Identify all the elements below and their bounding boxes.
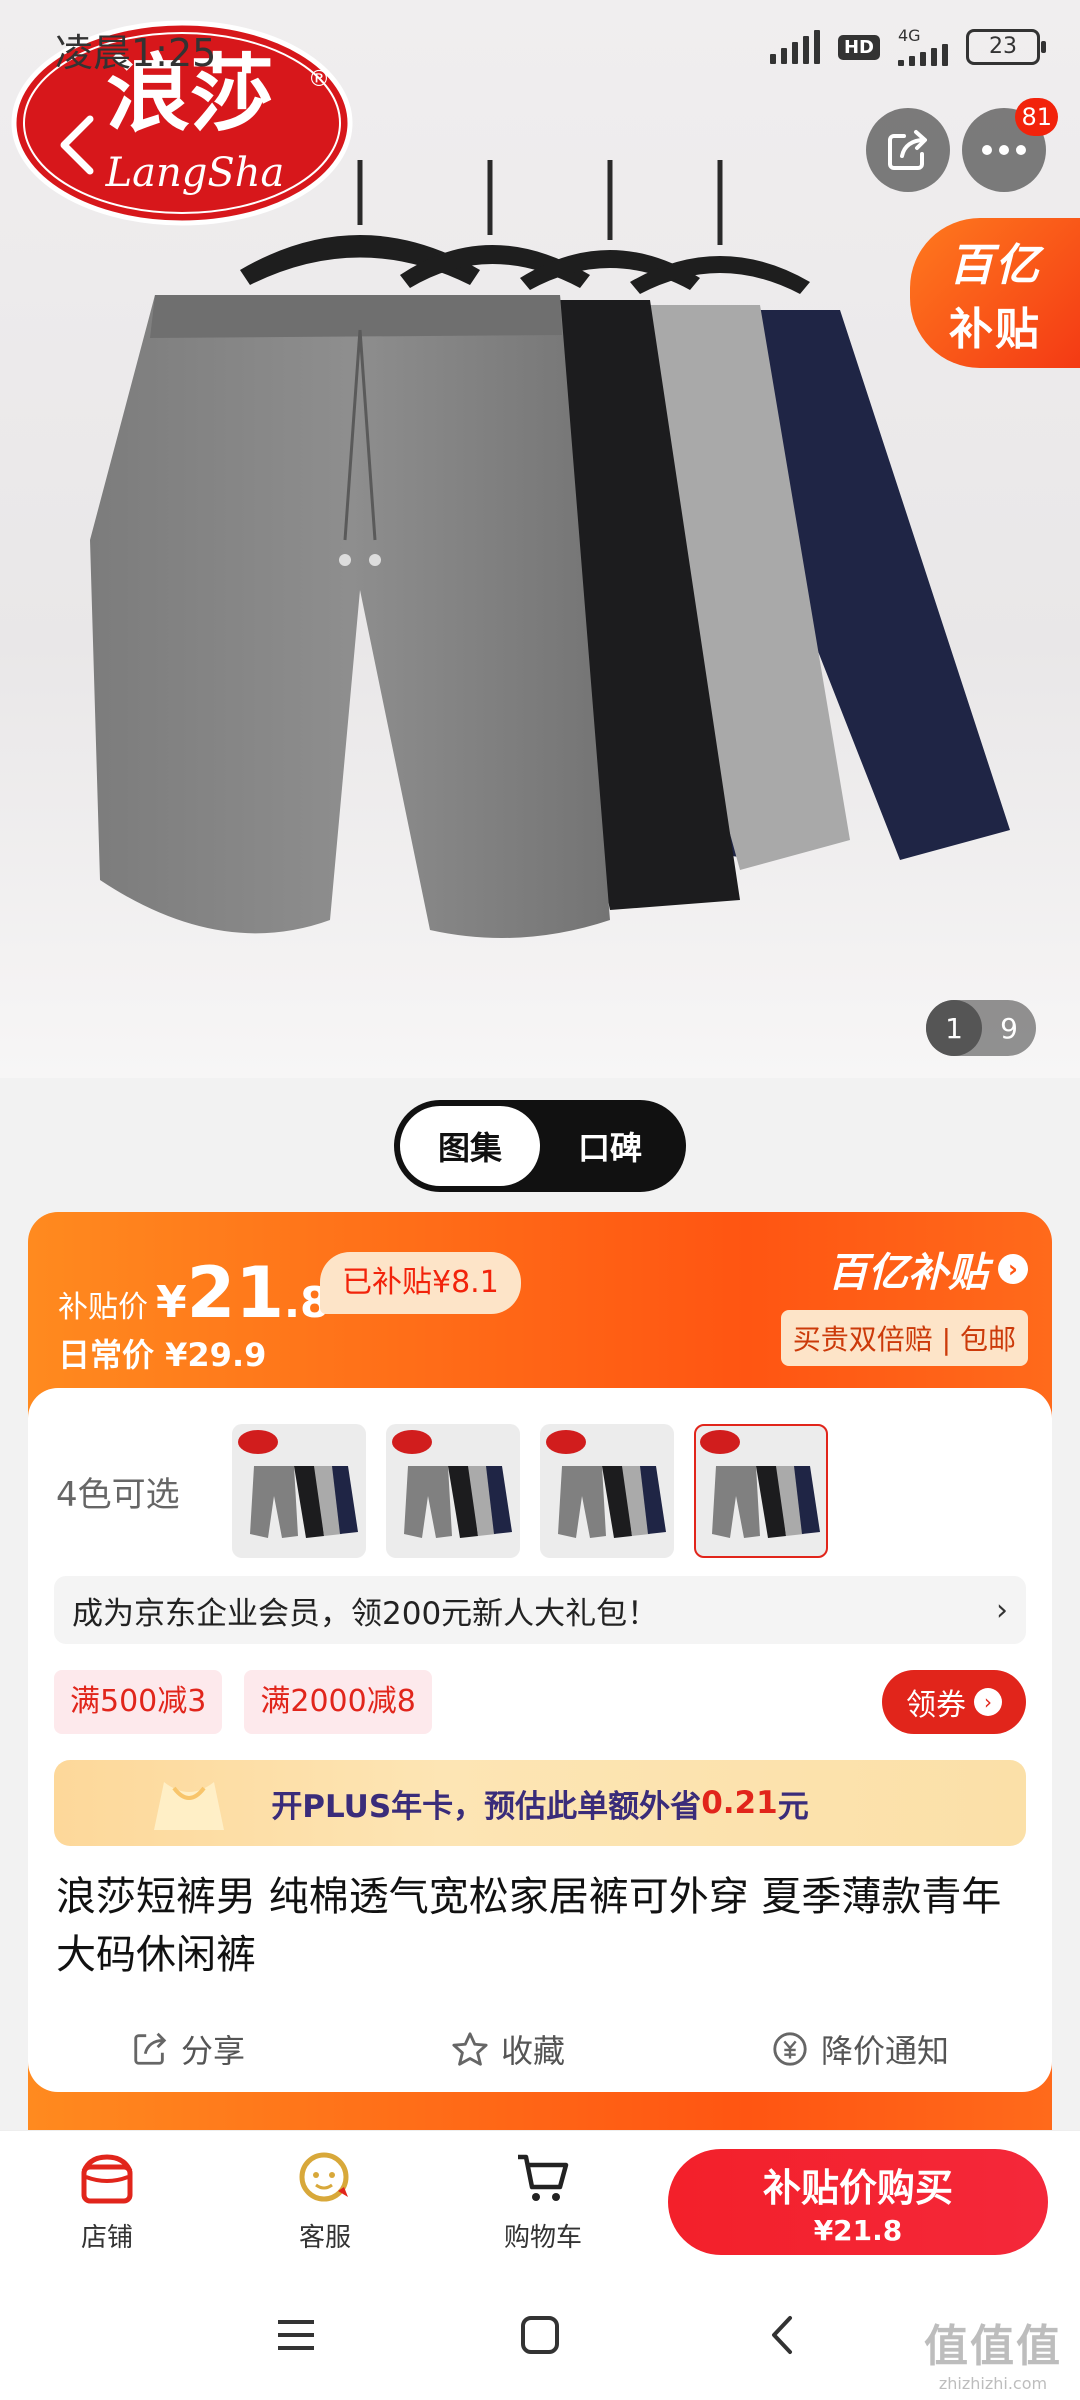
product-info-panel: 4色可选 成为京东企业会员，领200元新人大礼包！ › 满500减3 满2000… [28, 1388, 1052, 2092]
cart-label: 购物车 [503, 2223, 582, 2253]
price-alert-action[interactable]: 降价通知 [771, 2026, 949, 2072]
enterprise-member-banner[interactable]: 成为京东企业会员，领200元新人大礼包！ › [54, 1576, 1026, 1644]
color-count-label: 4色可选 [56, 1474, 180, 1515]
back-arrow-icon[interactable] [40, 105, 120, 185]
plus-membership-banner[interactable]: 开PLUS年卡，预估此单额外省 0.21 元 [54, 1760, 1026, 1846]
share-icon [888, 130, 927, 170]
gallery-tab-switch: 图集 口碑 [394, 1100, 686, 1192]
billion-subsidy-tag[interactable]: 百亿 补贴 [910, 218, 1080, 368]
color-thumbnails [232, 1424, 828, 1558]
subsidy-price-label: 补贴价 [58, 1290, 148, 1325]
plus-amount: 0.21 [701, 1785, 778, 1821]
more-button[interactable]: 81 [962, 98, 1058, 192]
tab-gallery[interactable]: 图集 [400, 1106, 540, 1186]
enterprise-member-text: 成为京东企业会员，领200元新人大礼包！ [72, 1595, 659, 1632]
status-icons: HD 4G 23 [769, 28, 1046, 66]
price-currency: ¥ [156, 1277, 187, 1328]
store-button[interactable]: 店铺 [52, 2147, 162, 2254]
share-action[interactable]: 分享 [131, 2026, 245, 2072]
customer-service-button[interactable]: 客服 [270, 2147, 380, 2254]
coupon-row: 满500减3 满2000减8 领券 › [54, 1670, 1026, 1734]
subsidy-tag-line1: 百亿 [949, 240, 1041, 291]
watermark-sub: zhizhizhi.com [938, 2374, 1048, 2393]
cart-icon [518, 2154, 569, 2201]
menu-icon[interactable] [266, 2310, 326, 2360]
pager-current: 1 [926, 1000, 982, 1056]
store-icon [81, 2154, 133, 2204]
get-coupon-button[interactable]: 领券 › [882, 1670, 1026, 1734]
price-integer: 21 [186, 1252, 285, 1334]
coupon-1[interactable]: 满500减3 [54, 1670, 223, 1734]
signal-icon-2 [898, 44, 948, 66]
store-label: 店铺 [80, 2223, 133, 2253]
watermark-main: 值值值 [924, 2321, 1062, 2372]
price-alert-icon [773, 2032, 807, 2066]
share-icon [134, 2032, 167, 2065]
buy-button-label: 补贴价购买 [762, 2166, 953, 2210]
color-thumb-selected[interactable] [694, 1424, 828, 1558]
chevron-right-icon: › [996, 1592, 1008, 1628]
image-pager: 1 9 [926, 1000, 1036, 1056]
brand-logo-mini [700, 1430, 740, 1454]
customer-service-icon [299, 2152, 349, 2202]
chevron-right-icon: › [998, 1254, 1028, 1284]
system-nav-bar [0, 2270, 1080, 2400]
share-button[interactable] [866, 108, 950, 192]
short-dark-grey [90, 295, 610, 938]
brand-logo-mini [238, 1430, 278, 1454]
plus-unit: 元 [777, 1788, 809, 1825]
favorite-action[interactable]: 收藏 [451, 2026, 565, 2072]
hd-icon: HD [837, 34, 880, 60]
daily-price: 日常价 ¥29.9 [58, 1336, 267, 1374]
brand-logo-sub: LangSha [105, 150, 285, 196]
back-icon[interactable] [754, 2310, 814, 2360]
tab-reviews[interactable]: 口碑 [540, 1106, 680, 1186]
get-coupon-label: 领券 [906, 1688, 966, 1723]
brand-logo-mini [392, 1430, 432, 1454]
color-thumb[interactable] [386, 1424, 520, 1558]
status-time: 凌晨1:25 [55, 31, 217, 75]
billion-subsidy-title: 百亿补贴 › [828, 1240, 1028, 1298]
subsidized-amount-badge: 已补贴¥8.1 [320, 1252, 521, 1314]
pager-total: 9 [1000, 1011, 1018, 1045]
product-actions: 分享 收藏 降价通知 [28, 2026, 1052, 2072]
subsidy-buy-button[interactable]: 补贴价购买 ¥21.8 [668, 2149, 1048, 2255]
customer-service-label: 客服 [298, 2223, 351, 2253]
bottom-action-bar: 店铺 客服 购物车 补贴价购买 ¥21.8 [0, 2130, 1080, 2270]
more-dots-icon [982, 145, 1026, 155]
signal-icon [769, 30, 820, 64]
watermark: 值值值 zhizhizhi.com [924, 2310, 1062, 2393]
star-icon [452, 2032, 488, 2066]
subsidy-price: 补贴价 ¥ 21 .8 [58, 1252, 329, 1334]
color-selector: 4色可选 [56, 1424, 828, 1558]
chevron-right-icon: › [974, 1688, 1002, 1716]
message-count-badge: 81 [1015, 98, 1058, 136]
status-bar: 凌晨1:25 HD 4G 23 [0, 0, 1080, 100]
product-detail-page: 凌晨1:25 HD 4G 23 浪莎 LangSha ® 81 百亿 补贴 1 … [0, 0, 1080, 2400]
share-label: 分享 [180, 2032, 245, 2070]
billion-subsidy-banner[interactable]: 百亿补贴 › 买贵双倍赔 | 包邮 [758, 1240, 1028, 1366]
guarantee-text: 买贵双倍赔 | 包邮 [780, 1310, 1028, 1366]
home-icon[interactable] [510, 2310, 570, 2360]
coupon-2[interactable]: 满2000减8 [244, 1670, 432, 1734]
plus-deco-icon [154, 1782, 224, 1830]
product-title: 浪莎短裤男 纯棉透气宽松家居裤可外穿 夏季薄款青年大码休闲裤 [56, 1874, 1002, 1978]
buy-button-price: ¥21.8 [813, 2214, 903, 2247]
color-thumb[interactable] [232, 1424, 366, 1558]
network-label: 4G [898, 26, 921, 45]
cart-button[interactable]: 购物车 [488, 2147, 598, 2254]
color-thumb[interactable] [540, 1424, 674, 1558]
price-card: 补贴价 ¥ 21 .8 已补贴¥8.1 日常价 ¥29.9 百亿补贴 › 买贵双… [28, 1212, 1052, 2212]
favorite-label: 收藏 [500, 2032, 565, 2070]
billion-subsidy-title-text: 百亿补贴 [828, 1250, 988, 1296]
network-icon: 4G [898, 28, 948, 66]
product-image-gallery[interactable]: 凌晨1:25 HD 4G 23 浪莎 LangSha ® 81 百亿 补贴 1 … [0, 0, 1080, 1078]
battery-icon: 23 [966, 29, 1046, 65]
subsidy-tag-line2: 补贴 [949, 304, 1041, 355]
plus-text: 开PLUS年卡，预估此单额外省 [271, 1788, 702, 1825]
price-alert-label: 降价通知 [820, 2032, 949, 2070]
brand-logo-mini [546, 1430, 586, 1454]
